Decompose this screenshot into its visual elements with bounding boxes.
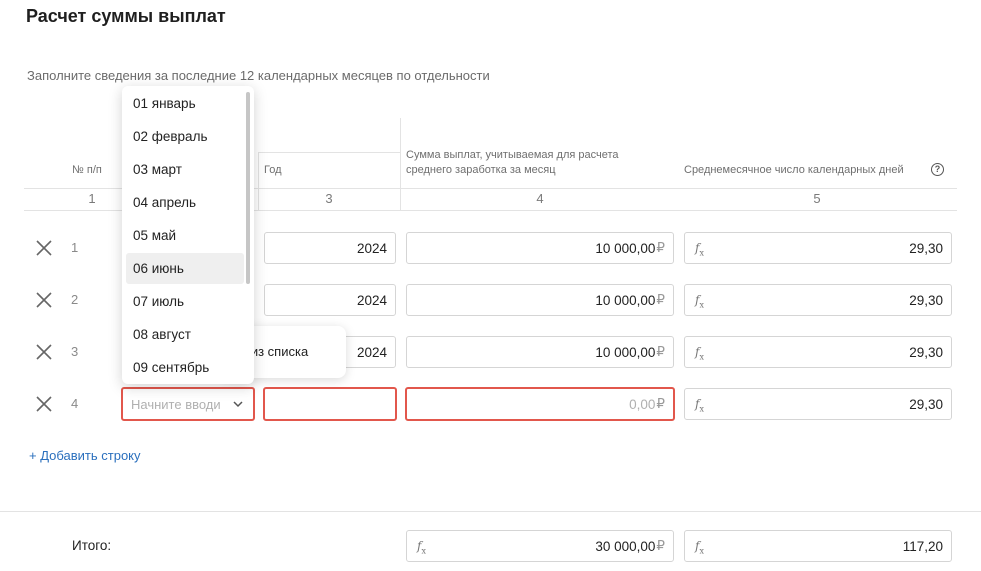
page-subtitle: Заполните сведения за последние 12 кален… <box>27 68 490 83</box>
header-divider <box>400 118 401 210</box>
header-days: Среднемесячное число календарных дней <box>684 164 904 176</box>
close-icon[interactable] <box>34 238 54 258</box>
fx-icon: fx <box>695 539 704 556</box>
days-input[interactable]: fx 29,30 <box>684 388 952 420</box>
close-icon[interactable] <box>34 394 54 414</box>
header-amount: Сумма выплат, учитываемая для расчета ср… <box>406 149 619 176</box>
month-dropdown[interactable]: 01 январь 02 февраль 03 март 04 апрель 0… <box>122 86 254 384</box>
dropdown-option[interactable]: 08 август <box>126 319 244 350</box>
days-input[interactable]: fx 29,30 <box>684 284 952 316</box>
add-row-button[interactable]: + Добавить строку <box>29 448 141 463</box>
total-label: Итого: <box>72 538 112 553</box>
total-amount: fx 30 000,00 ₽ <box>406 530 674 562</box>
dropdown-option[interactable]: 04 апрель <box>126 187 244 218</box>
close-icon[interactable] <box>34 290 54 310</box>
row-number: 3 <box>71 344 79 359</box>
month-select[interactable]: Начните вводи <box>121 387 255 421</box>
amount-input[interactable]: 0,00 ₽ <box>405 387 675 421</box>
dropdown-option[interactable]: 02 февраль <box>126 121 244 152</box>
days-input[interactable]: fx 29,30 <box>684 232 952 264</box>
column-number: 5 <box>813 191 821 206</box>
fx-icon: fx <box>695 241 704 258</box>
dropdown-option[interactable]: 07 июль <box>126 286 244 317</box>
column-number: 1 <box>88 191 96 206</box>
close-icon[interactable] <box>34 342 54 362</box>
total-days: fx 117,20 <box>684 530 952 562</box>
help-icon[interactable]: ? <box>931 163 944 176</box>
year-input[interactable] <box>263 387 397 421</box>
dropdown-option[interactable]: 01 январь <box>126 88 244 119</box>
row-number: 1 <box>71 240 79 255</box>
dropdown-option[interactable]: 03 март <box>126 154 244 185</box>
year-input[interactable]: 2024 <box>264 284 396 316</box>
column-number: 3 <box>325 191 333 206</box>
column-number: 4 <box>536 191 544 206</box>
amount-input[interactable]: 10 000,00 ₽ <box>406 336 674 368</box>
header-divider <box>258 152 259 210</box>
amount-input[interactable]: 10 000,00 ₽ <box>406 284 674 316</box>
divider <box>0 511 981 512</box>
days-input[interactable]: fx 29,30 <box>684 336 952 368</box>
header-divider <box>258 152 400 153</box>
fx-icon: fx <box>695 293 704 310</box>
dropdown-option[interactable]: 05 май <box>126 220 244 251</box>
row-number: 2 <box>71 292 79 307</box>
dropdown-option-highlighted[interactable]: 06 июнь <box>126 253 244 284</box>
row-number: 4 <box>71 396 79 411</box>
year-input[interactable]: 2024 <box>264 232 396 264</box>
amount-input[interactable]: 10 000,00 ₽ <box>406 232 674 264</box>
header-year: Год <box>264 164 282 176</box>
chevron-down-icon <box>233 401 243 408</box>
header-num: № п/п <box>72 164 102 176</box>
fx-icon: fx <box>417 539 426 556</box>
page-title: Расчет суммы выплат <box>26 6 226 26</box>
fx-icon: fx <box>695 397 704 414</box>
dropdown-option[interactable]: 09 сентябрь <box>126 352 244 383</box>
fx-icon: fx <box>695 345 704 362</box>
dropdown-scrollbar[interactable] <box>246 92 250 284</box>
